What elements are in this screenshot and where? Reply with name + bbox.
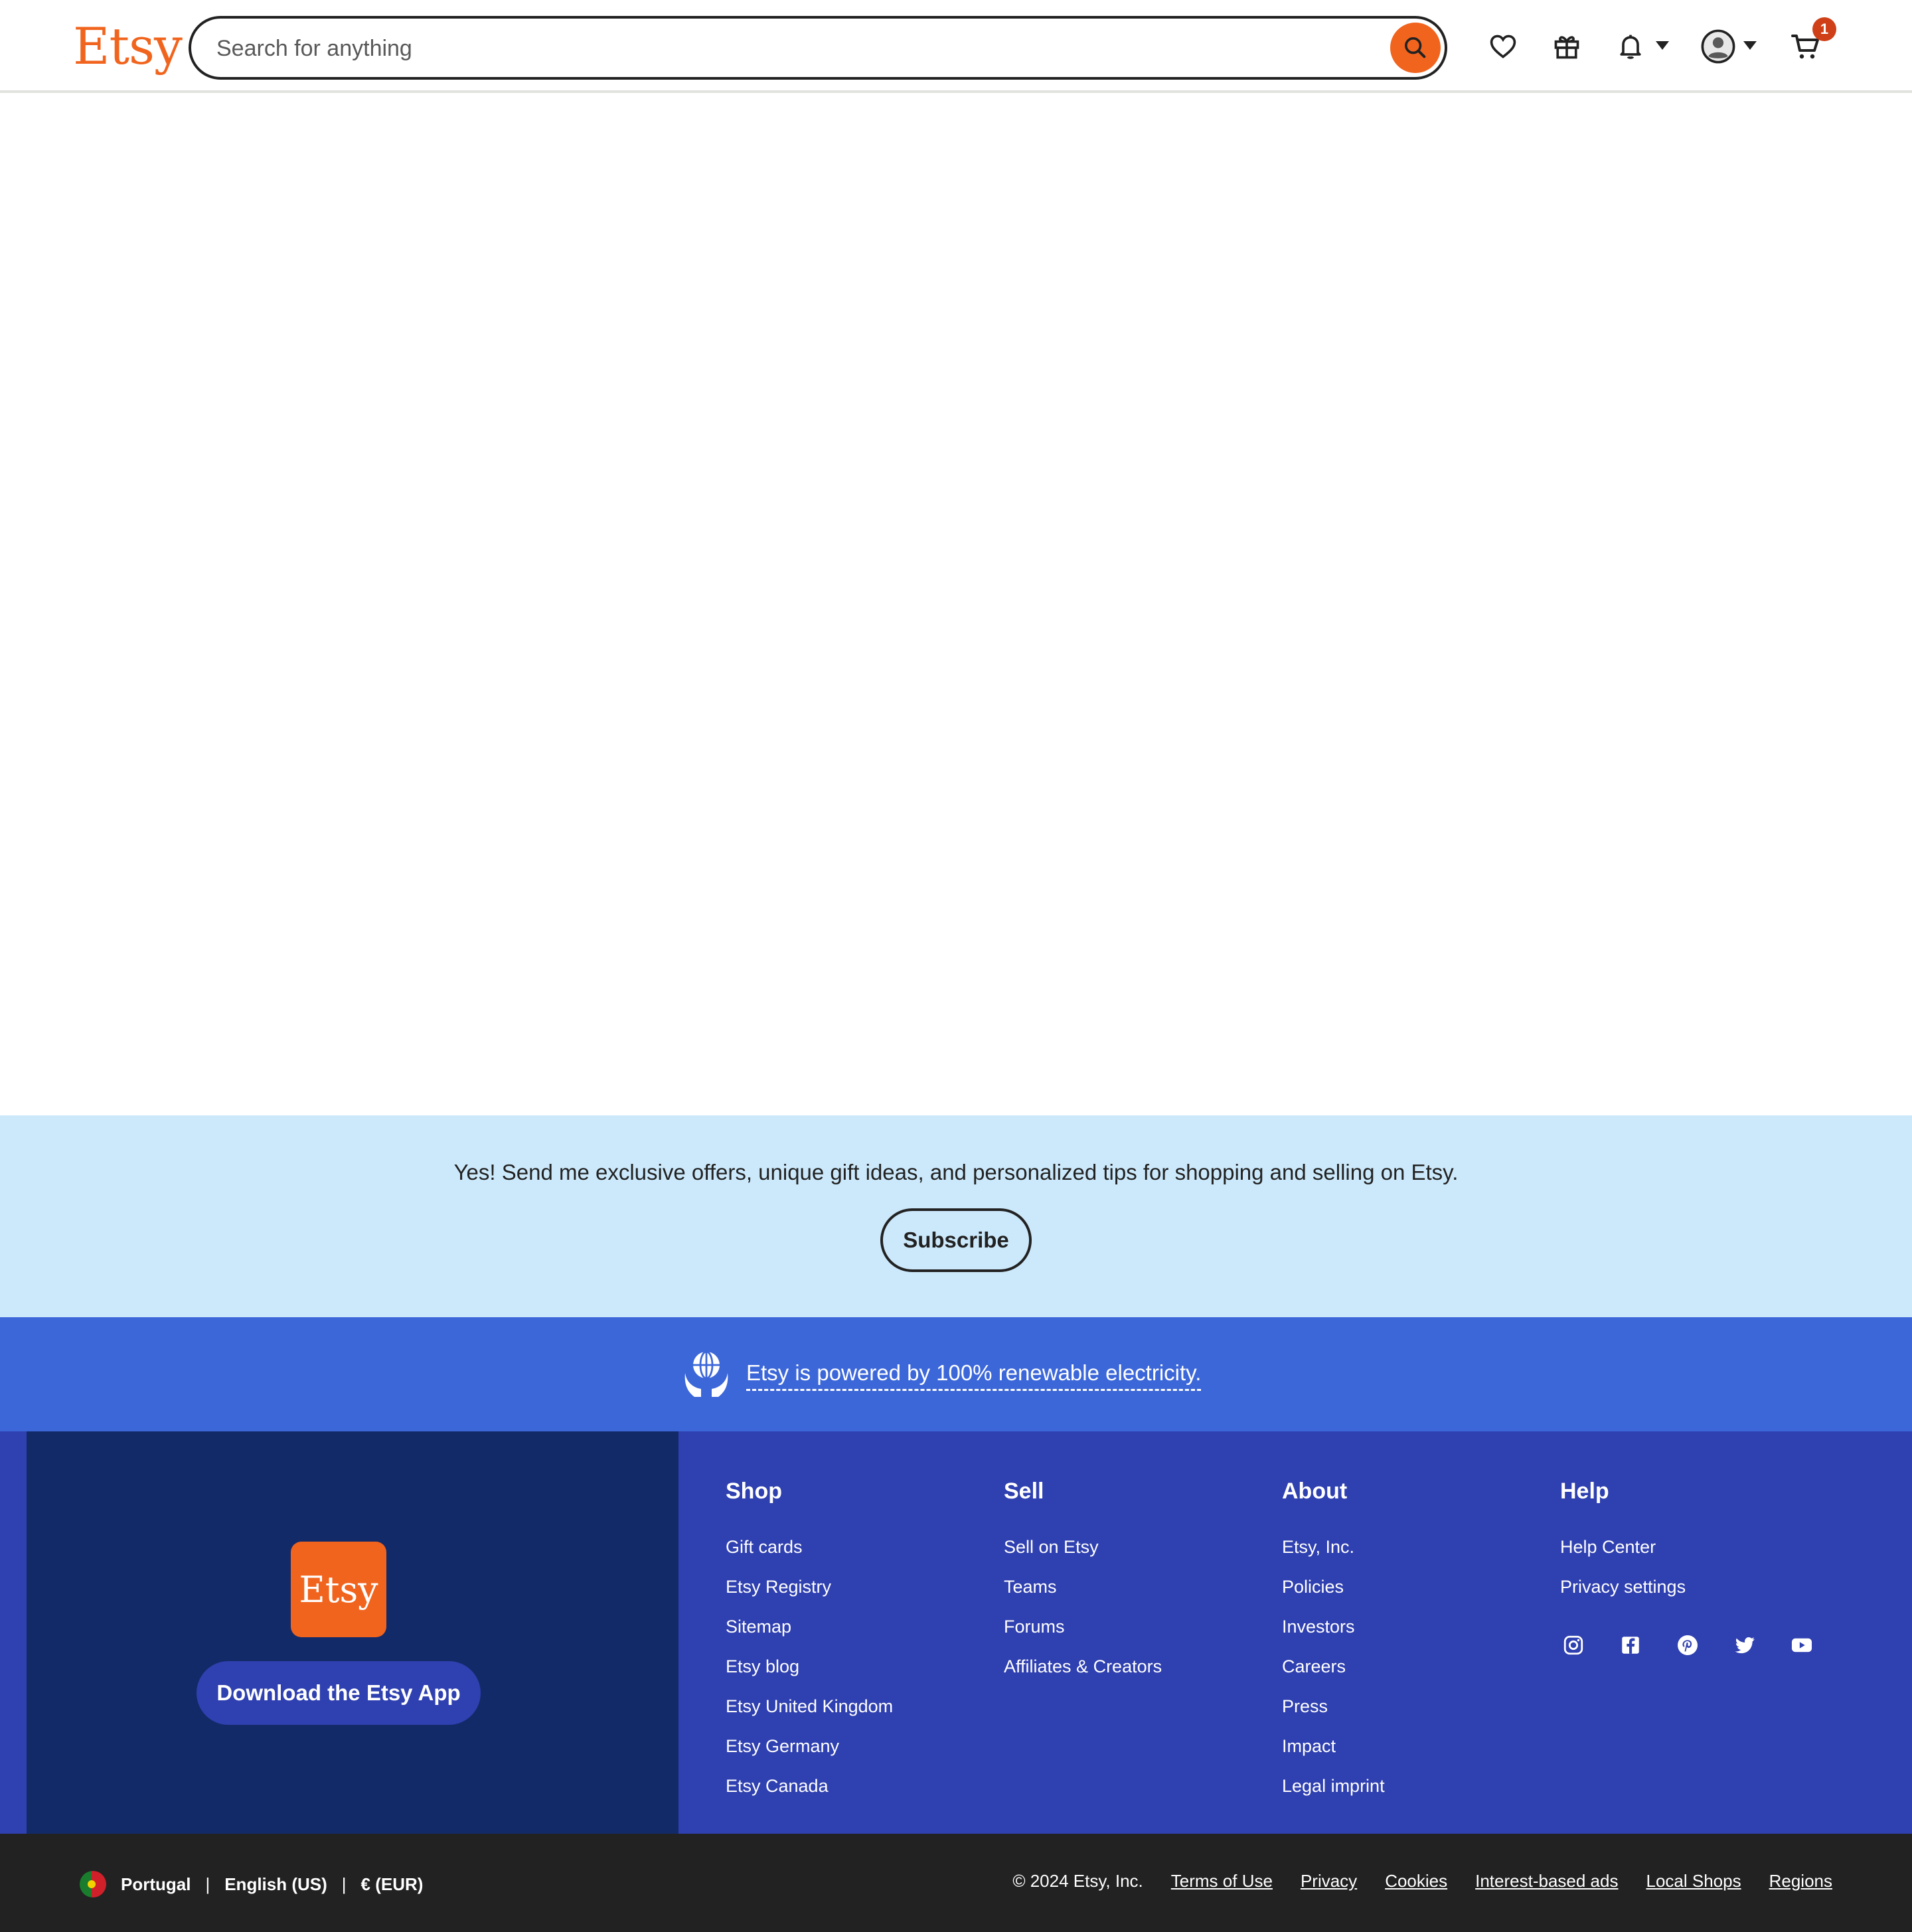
- notifications-button[interactable]: [1609, 25, 1652, 68]
- search-input[interactable]: [215, 19, 1346, 78]
- newsletter-text: Yes! Send me exclusive offers, unique gi…: [453, 1160, 1459, 1184]
- currency-label: € (EUR): [360, 1874, 424, 1894]
- footer-link[interactable]: Affiliates & Creators: [1004, 1647, 1162, 1686]
- gift-icon: [1554, 36, 1579, 59]
- footer-link[interactable]: Help Center: [1560, 1527, 1686, 1567]
- gift-mode-button[interactable]: [1546, 25, 1588, 68]
- search-bar: [189, 16, 1447, 80]
- footer-link[interactable]: Gift cards: [726, 1527, 893, 1567]
- legal-links: © 2024 Etsy, Inc. Terms of Use Privacy C…: [1012, 1871, 1832, 1892]
- footer-link[interactable]: Investors: [1282, 1607, 1385, 1647]
- footer-link[interactable]: Impact: [1282, 1726, 1385, 1766]
- chevron-down-icon[interactable]: [1656, 41, 1669, 50]
- social-links: [1560, 1632, 1846, 1658]
- footer-heading-about: About: [1282, 1479, 1348, 1504]
- avatar-icon: [1701, 29, 1735, 64]
- terms-of-use-link[interactable]: Terms of Use: [1171, 1871, 1273, 1892]
- footer-link[interactable]: Press: [1282, 1686, 1385, 1726]
- renewable-banner: Etsy is powered by 100% renewable electr…: [0, 1317, 1912, 1431]
- download-app-button[interactable]: Download the Etsy App: [197, 1661, 481, 1725]
- globe-hands-icon: [684, 1350, 728, 1397]
- separator: |: [341, 1874, 347, 1894]
- search-button[interactable]: [1390, 23, 1441, 73]
- favorites-button[interactable]: [1482, 25, 1524, 68]
- heart-icon: [1490, 35, 1516, 58]
- site-footer: Etsy Download the Etsy App Shop Gift car…: [0, 1431, 1912, 1834]
- footer-link[interactable]: Etsy United Kingdom: [726, 1686, 893, 1726]
- separator: |: [205, 1874, 210, 1894]
- footer-link[interactable]: Etsy Germany: [726, 1726, 893, 1766]
- footer-column-help: Help Help Center Privacy settings: [1560, 1477, 1686, 1607]
- instagram-icon[interactable]: [1560, 1632, 1587, 1658]
- site-header: Etsy Search for anything 1: [0, 0, 1912, 93]
- local-shops-link[interactable]: Local Shops: [1646, 1871, 1741, 1892]
- footer-column-shop: Shop Gift cards Etsy Registry Sitemap Et…: [726, 1477, 893, 1806]
- cart-count-badge: 1: [1812, 17, 1836, 41]
- country-label: Portugal: [121, 1874, 191, 1894]
- footer-link[interactable]: Etsy Canada: [726, 1766, 893, 1806]
- footer-link[interactable]: Privacy settings: [1560, 1567, 1686, 1607]
- footer-link[interactable]: Teams: [1004, 1567, 1162, 1607]
- portugal-flag-icon: [80, 1871, 106, 1897]
- footer-link[interactable]: Sitemap: [726, 1607, 893, 1647]
- account-button[interactable]: [1697, 25, 1739, 68]
- footer-link[interactable]: Sell on Etsy: [1004, 1527, 1162, 1567]
- footer-link[interactable]: Etsy, Inc.: [1282, 1527, 1385, 1567]
- subscribe-button[interactable]: Subscribe: [880, 1208, 1032, 1272]
- footer-link[interactable]: Policies: [1282, 1567, 1385, 1607]
- etsy-app-logo: Etsy: [291, 1542, 386, 1637]
- footer-link[interactable]: Etsy Registry: [726, 1567, 893, 1607]
- region-settings-button[interactable]: Portugal | English (US) | € (EUR): [80, 1871, 423, 1897]
- pinterest-icon[interactable]: [1674, 1632, 1701, 1658]
- renewable-link[interactable]: Etsy is powered by 100% renewable electr…: [746, 1357, 1202, 1391]
- footer-bottom-bar: Portugal | English (US) | € (EUR) © 2024…: [0, 1834, 1912, 1932]
- cookies-link[interactable]: Cookies: [1385, 1871, 1447, 1892]
- search-icon: [1405, 37, 1426, 58]
- chevron-down-icon[interactable]: [1743, 41, 1757, 50]
- regions-link[interactable]: Regions: [1769, 1871, 1832, 1892]
- facebook-icon[interactable]: [1617, 1632, 1644, 1658]
- footer-heading-help: Help: [1560, 1479, 1609, 1504]
- interest-based-ads-link[interactable]: Interest-based ads: [1475, 1871, 1618, 1892]
- youtube-icon[interactable]: [1789, 1632, 1815, 1658]
- footer-column-about: About Etsy, Inc. Policies Investors Care…: [1282, 1477, 1385, 1806]
- app-download-panel: Etsy Download the Etsy App: [27, 1431, 678, 1834]
- footer-link[interactable]: Careers: [1282, 1647, 1385, 1686]
- bell-icon: [1620, 35, 1641, 59]
- footer-link[interactable]: Legal imprint: [1282, 1766, 1385, 1806]
- footer-heading-shop: Shop: [726, 1479, 782, 1504]
- copyright-text: © 2024 Etsy, Inc.: [1012, 1871, 1143, 1891]
- footer-link[interactable]: Etsy blog: [726, 1647, 893, 1686]
- footer-link[interactable]: Forums: [1004, 1607, 1162, 1647]
- language-label: English (US): [224, 1874, 327, 1894]
- etsy-logo[interactable]: Etsy: [73, 15, 183, 78]
- footer-heading-sell: Sell: [1004, 1479, 1044, 1504]
- footer-column-sell: Sell Sell on Etsy Teams Forums Affiliate…: [1004, 1477, 1162, 1686]
- newsletter-section: Yes! Send me exclusive offers, unique gi…: [0, 1115, 1912, 1317]
- twitter-icon[interactable]: [1731, 1632, 1758, 1658]
- privacy-link[interactable]: Privacy: [1301, 1871, 1357, 1892]
